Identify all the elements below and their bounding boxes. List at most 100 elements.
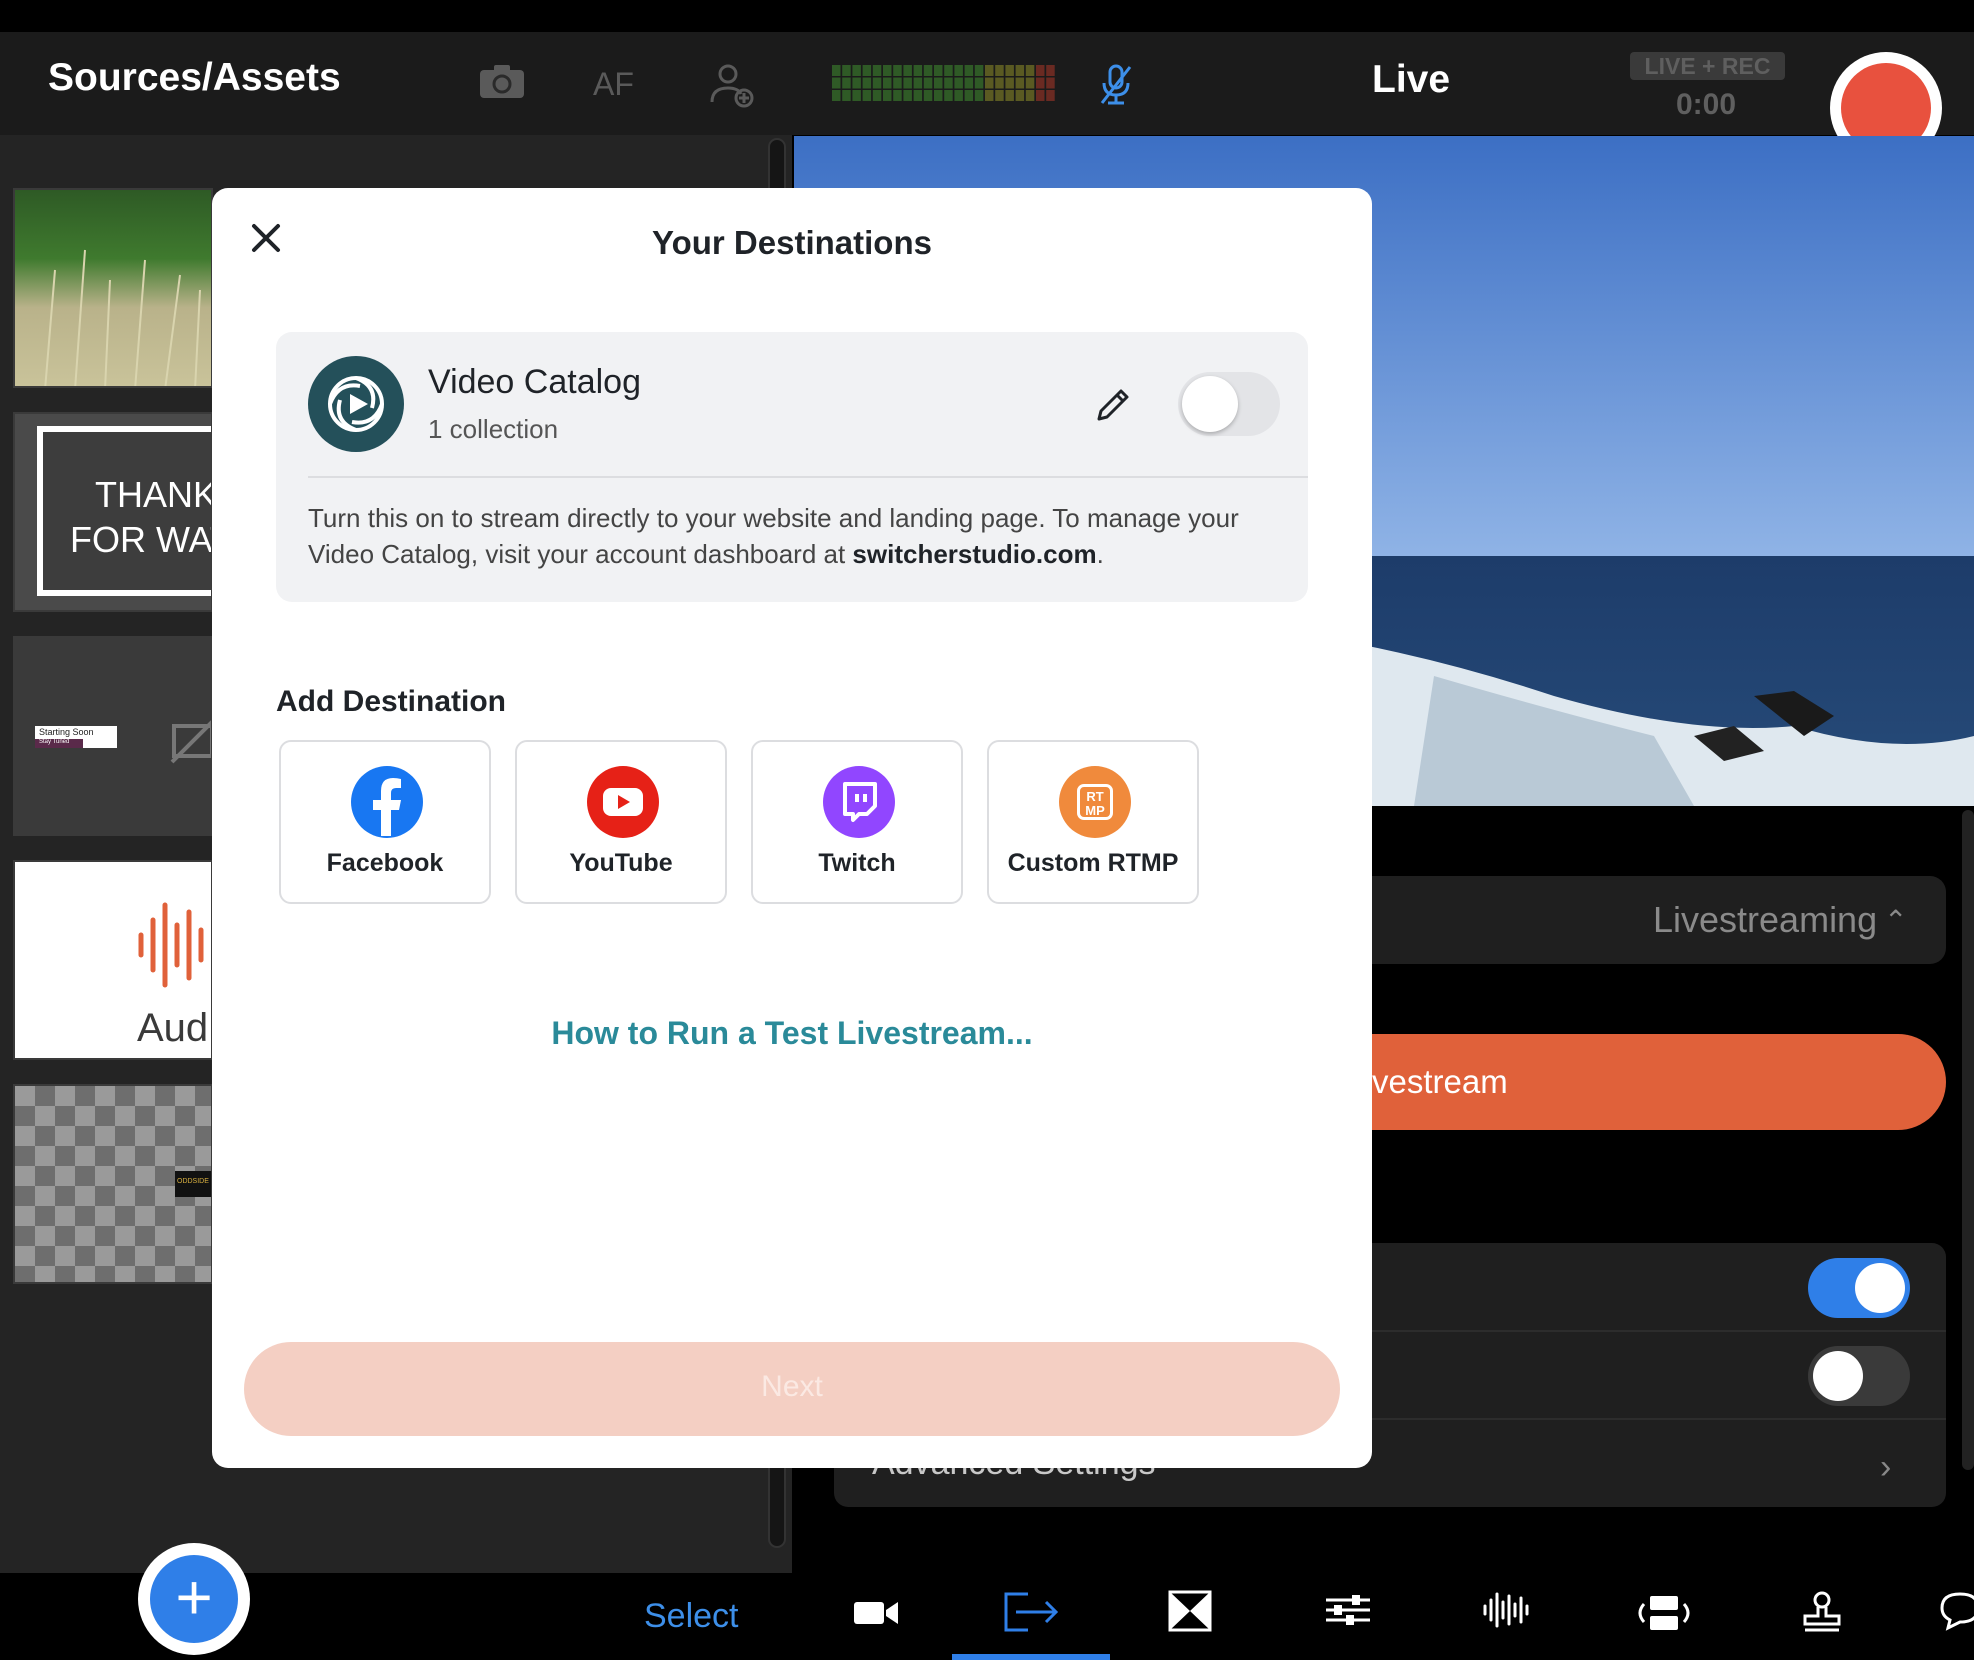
rotate-camera-icon[interactable] [1624, 1590, 1704, 1646]
meter-cell [995, 77, 1004, 89]
source-thumbnail-starting-soon[interactable]: Starting Soon Stay Tuned [13, 636, 213, 836]
setting-toggle-2[interactable] [1808, 1346, 1910, 1406]
meter-cell [1036, 65, 1045, 76]
meter-cell [862, 90, 872, 101]
meter-cell [832, 90, 841, 101]
meter-cell [852, 77, 861, 89]
switcherstudio-link[interactable]: switcherstudio.com [852, 539, 1096, 569]
camera-switch-icon[interactable] [478, 62, 526, 109]
meter-cell [985, 90, 994, 101]
meter-cell [934, 90, 943, 101]
audio-waveform-icon[interactable] [1466, 1590, 1546, 1640]
meter-cell [893, 65, 902, 76]
meter-cell [934, 65, 943, 76]
meter-cell [954, 65, 963, 76]
meter-cell [944, 65, 953, 76]
for-watching-text: FOR WAT [70, 519, 211, 560]
live-rec-badge: LIVE + REC [1630, 52, 1785, 80]
pencil-icon[interactable] [1093, 385, 1133, 425]
description-end: . [1096, 539, 1104, 569]
twitch-destination[interactable]: Twitch [751, 740, 963, 904]
status-bar [0, 0, 1974, 32]
plus-icon[interactable]: + [150, 1555, 238, 1643]
video-catalog-title: Video Catalog [428, 363, 641, 401]
meter-cell [852, 65, 861, 76]
video-catalog-toggle-knob[interactable] [1182, 376, 1238, 432]
source-thumbnail-overlay[interactable]: ODDSIDE [13, 1084, 213, 1284]
meter-cell [954, 90, 963, 101]
meter-cell [985, 77, 994, 89]
transition-icon[interactable] [1150, 1590, 1230, 1642]
source-thumbnail-thank-you[interactable]: THANK FOR WAT [13, 412, 213, 612]
thank-text: THANK [95, 474, 213, 515]
next-button-label: Next [761, 1370, 823, 1403]
meter-cell [893, 90, 902, 101]
meter-cell [842, 90, 851, 101]
meter-cell [872, 90, 882, 101]
camera-off-icon [170, 718, 211, 769]
meter-cell [1046, 77, 1055, 89]
facebook-label: Facebook [326, 849, 444, 877]
sliders-icon[interactable] [1308, 1590, 1388, 1638]
meter-cell [913, 77, 923, 89]
select-button[interactable]: Select [644, 1597, 739, 1636]
starting-soon-text: Starting Soon [39, 727, 94, 737]
comment-icon[interactable] [1938, 1590, 1974, 1642]
custom-rtmp-destination[interactable]: RT MP Custom RTMP [987, 740, 1199, 904]
meter-cell [842, 65, 851, 76]
custom-rtmp-label: Custom RTMP [1007, 849, 1179, 877]
meter-cell [913, 65, 923, 76]
meter-cell [852, 90, 861, 101]
add-person-icon[interactable] [708, 62, 754, 113]
meter-cell [1046, 65, 1055, 76]
twitch-label: Twitch [818, 849, 896, 877]
meter-cell [923, 65, 933, 76]
audio-label: Aud [137, 1006, 209, 1050]
meter-cell [903, 77, 912, 89]
right-scrollbar[interactable] [1962, 810, 1974, 1470]
meter-cell [944, 77, 953, 89]
meter-cell [944, 90, 953, 101]
meter-cell [995, 65, 1004, 76]
recording-timer: 0:00 [1676, 88, 1737, 121]
stamp-icon[interactable] [1782, 1590, 1862, 1646]
camera-icon[interactable] [836, 1590, 916, 1638]
meter-cell [883, 77, 892, 89]
live-title: Live [1372, 58, 1451, 101]
meter-cell [1015, 77, 1025, 89]
test-livestream-link[interactable]: How to Run a Test Livestream... [212, 1015, 1372, 1052]
meter-cell [974, 77, 984, 89]
meter-cell [995, 90, 1004, 101]
source-thumbnail-wheat[interactable] [13, 188, 213, 388]
facebook-icon [351, 766, 423, 838]
sources-title: Sources/Assets [48, 56, 341, 99]
video-catalog-description: Turn this on to stream directly to your … [308, 500, 1288, 572]
chevron-right-icon: › [1880, 1448, 1892, 1486]
rtmp-icon: RT MP [1059, 766, 1131, 838]
meter-cell [1015, 65, 1025, 76]
mode-select-label: Livestreaming [1653, 899, 1878, 940]
meter-cell [923, 77, 933, 89]
meter-cell [1036, 90, 1045, 101]
facebook-destination[interactable]: Facebook [279, 740, 491, 904]
video-catalog-subtitle: 1 collection [428, 414, 559, 444]
audio-waveform-icon [135, 900, 211, 995]
meter-cell [1036, 77, 1045, 89]
go-livestream-label: vestream [1372, 1063, 1508, 1100]
setting-toggle-1[interactable] [1808, 1258, 1910, 1318]
meter-cell [1005, 77, 1014, 89]
youtube-destination[interactable]: YouTube [515, 740, 727, 904]
meter-cell [903, 90, 912, 101]
mic-muted-icon[interactable] [1098, 63, 1134, 116]
chevron-updown-icon: ⌃ [1884, 905, 1908, 936]
meter-cell [964, 77, 974, 89]
source-thumbnail-audio[interactable]: Aud [13, 860, 213, 1060]
meter-cell [903, 65, 912, 76]
meter-cell [1005, 65, 1014, 76]
meter-cell [1046, 90, 1055, 101]
autofocus-button[interactable]: AF [593, 66, 634, 103]
oddside-badge: ODDSIDE [177, 1178, 209, 1185]
meter-cell [1025, 65, 1035, 76]
card-divider [308, 476, 1308, 478]
output-icon[interactable] [992, 1590, 1072, 1644]
